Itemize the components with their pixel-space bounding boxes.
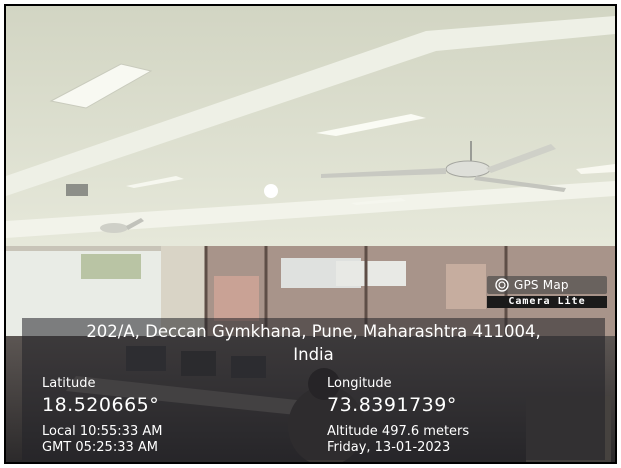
photo-frame: GPS Map Camera Lite 202/A, Deccan Gymkha… — [0, 0, 621, 468]
latitude-label: Latitude — [42, 376, 96, 391]
ceiling-fan — [100, 223, 128, 233]
badge-title: GPS Map — [514, 278, 569, 292]
longitude-value: 73.8391739° — [327, 394, 457, 416]
gmt-time: GMT 05:25:33 AM — [42, 440, 158, 455]
address: 202/A, Deccan Gymkhana, Pune, Maharashtr… — [22, 320, 605, 366]
local-time: Local 10:55:33 AM — [42, 424, 163, 439]
location-overlay: 202/A, Deccan Gymkhana, Pune, Maharashtr… — [22, 318, 605, 460]
latitude-value: 18.520665° — [42, 394, 160, 416]
ceiling-fan — [445, 160, 491, 178]
longitude-label: Longitude — [327, 376, 392, 391]
badge-subtitle: Camera Lite — [487, 296, 607, 308]
badge-header: GPS Map — [487, 276, 607, 294]
altitude: Altitude 497.6 meters — [327, 424, 470, 439]
gps-map-camera-badge: GPS Map Camera Lite — [487, 276, 607, 310]
address-line-2: India — [293, 345, 334, 364]
downlight — [264, 184, 278, 198]
date: Friday, 13-01-2023 — [327, 440, 451, 455]
camera-lens-icon — [495, 278, 509, 292]
address-line-1: 202/A, Deccan Gymkhana, Pune, Maharashtr… — [86, 322, 541, 341]
projector — [66, 184, 88, 196]
